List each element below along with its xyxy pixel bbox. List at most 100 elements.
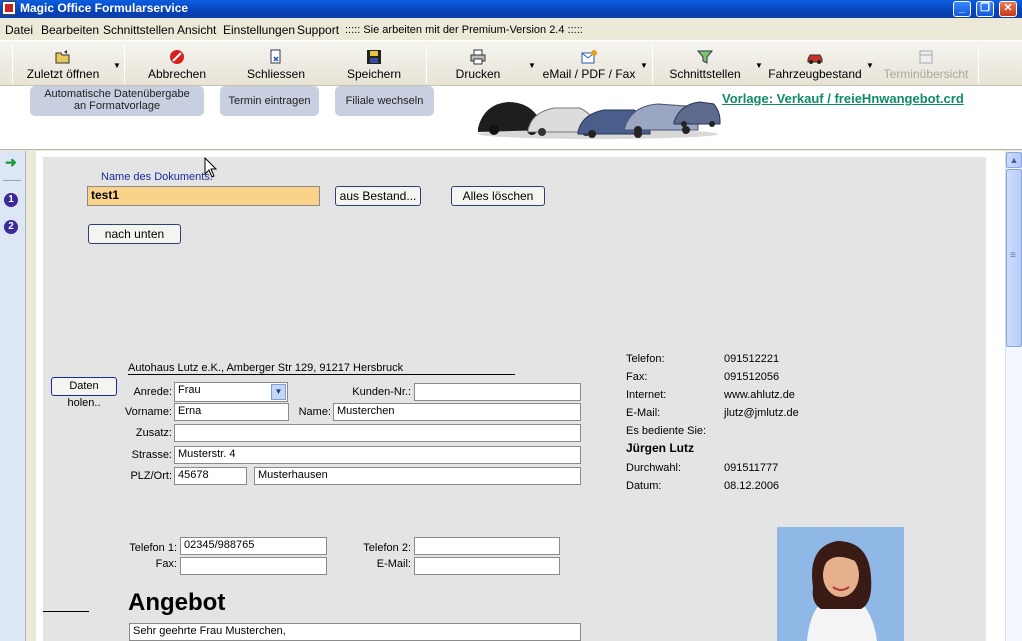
toolbar: Zuletzt öffnen ▼ Abbrechen Schliessen Sp… bbox=[0, 40, 1022, 86]
window-title: Magic Office Formularservice bbox=[20, 1, 189, 15]
zusatz-input[interactable] bbox=[174, 424, 581, 442]
calendar-icon bbox=[919, 50, 933, 64]
dealer-internet-value: www.ahlutz.de bbox=[724, 389, 795, 401]
toolbar-separator bbox=[12, 44, 13, 84]
mouse-cursor-icon bbox=[204, 157, 218, 178]
strasse-label: Strasse: bbox=[131, 449, 172, 461]
email-dropdown-arrow[interactable]: ▼ bbox=[640, 61, 648, 70]
folder-open-icon bbox=[55, 50, 70, 64]
scroll-grip-icon: ≡ bbox=[1010, 250, 1016, 261]
floppy-disk-icon bbox=[367, 50, 381, 64]
datum-value: 08.12.2006 bbox=[724, 480, 780, 492]
menu-ansicht[interactable]: Ansicht bbox=[177, 23, 216, 37]
fahrzeugbestand-dropdown-arrow[interactable]: ▼ bbox=[866, 61, 874, 70]
fax-label: Fax: bbox=[155, 558, 177, 570]
toolbar-speichern-button[interactable]: Speichern bbox=[333, 41, 415, 85]
maximize-button[interactable]: ❐ bbox=[976, 1, 994, 17]
zusatz-label: Zusatz: bbox=[135, 427, 172, 439]
title-bar[interactable]: Magic Office Formularservice _ ❐ ✕ bbox=[0, 0, 1022, 18]
name-input[interactable]: Musterchen bbox=[333, 403, 581, 421]
angebot-heading: Angebot bbox=[128, 589, 226, 616]
auto-datenuebergabe-button[interactable]: Automatische Datenübergabe an Formatvorl… bbox=[30, 86, 204, 116]
menu-schnittstellen[interactable]: Schnittstellen bbox=[103, 23, 174, 37]
anrede-selected-value: Frau bbox=[178, 384, 201, 396]
durchwahl-label: Durchwahl: bbox=[626, 462, 682, 474]
toolbar-zuletzt-oeffnen-button[interactable]: Zuletzt öffnen bbox=[22, 41, 104, 85]
chevron-down-icon[interactable]: ▼ bbox=[271, 384, 286, 400]
strasse-input[interactable]: Musterstr. 4 bbox=[174, 446, 581, 464]
page-2-badge[interactable]: 2 bbox=[4, 220, 18, 234]
filiale-wechseln-button[interactable]: Filiale wechseln bbox=[335, 86, 434, 116]
scroll-thumb[interactable]: ≡ bbox=[1006, 169, 1022, 347]
dealer-fax-value: 091512056 bbox=[724, 371, 780, 383]
termin-eintragen-button[interactable]: Termin eintragen bbox=[220, 86, 319, 116]
vertical-scrollbar[interactable]: ▲ ≡ bbox=[1005, 151, 1022, 641]
minimize-button[interactable]: _ bbox=[953, 1, 971, 17]
vorlage-link[interactable]: Vorlage: Verkauf / freieHnwangebot.crd bbox=[722, 91, 964, 106]
menu-bar: Datei Bearbeiten Schnittstellen Ansicht … bbox=[0, 21, 1022, 40]
toolbar-drucken-button[interactable]: Drucken bbox=[437, 41, 519, 85]
left-nav-strip: ➜ 1 2 bbox=[0, 151, 26, 641]
aus-bestand-button[interactable]: aus Bestand... bbox=[335, 186, 421, 206]
toolbar-abbrechen-button[interactable]: Abbrechen bbox=[135, 41, 219, 85]
sender-address-line: Autohaus Lutz e.K., Amberger Str 129, 91… bbox=[128, 362, 515, 375]
toolbar-separator bbox=[426, 44, 427, 84]
dealer-fax-label: Fax: bbox=[626, 371, 648, 383]
fold-mark-line bbox=[43, 611, 89, 612]
durchwahl-value: 091511777 bbox=[724, 462, 779, 474]
toolbar-fahrzeugbestand-button[interactable]: Fahrzeugbestand bbox=[767, 41, 863, 85]
form-sheet: Name des Dokuments: test1 aus Bestand...… bbox=[43, 157, 986, 641]
close-button[interactable]: ✕ bbox=[999, 1, 1017, 17]
cancel-icon bbox=[170, 50, 184, 64]
menu-bearbeiten[interactable]: Bearbeiten bbox=[41, 23, 99, 37]
scroll-up-button[interactable]: ▲ bbox=[1006, 152, 1022, 168]
schnittstellen-dropdown-arrow[interactable]: ▼ bbox=[755, 61, 763, 70]
dealer-telefon-value: 091512221 bbox=[724, 353, 780, 365]
funnel-icon bbox=[697, 50, 713, 64]
nach-unten-button[interactable]: nach unten bbox=[88, 224, 181, 244]
close-doc-icon bbox=[270, 49, 281, 64]
toolbar-schnittstellen-button[interactable]: Schnittstellen bbox=[663, 41, 747, 85]
salutation-input[interactable]: Sehr geehrte Frau Musterchen, bbox=[129, 623, 581, 641]
toolbar-terminuebersicht-button[interactable]: Terminübersicht bbox=[878, 41, 974, 85]
fax-input[interactable] bbox=[180, 557, 327, 575]
datum-label: Datum: bbox=[626, 480, 662, 492]
kunden-nr-label: Kunden-Nr.: bbox=[352, 386, 411, 398]
menu-einstellungen[interactable]: Einstellungen bbox=[223, 23, 295, 37]
plz-ort-label: PLZ/Ort: bbox=[130, 470, 172, 482]
dealer-internet-label: Internet: bbox=[626, 389, 667, 401]
alles-loeschen-button[interactable]: Alles löschen bbox=[451, 186, 545, 206]
toolbar-separator bbox=[124, 44, 125, 84]
toolbar-schliessen-button[interactable]: Schliessen bbox=[235, 41, 317, 85]
bedient-label: Es bediente Sie: bbox=[626, 425, 707, 437]
app-icon[interactable] bbox=[2, 1, 16, 15]
drucken-dropdown-arrow[interactable]: ▼ bbox=[528, 61, 536, 70]
salesperson-photo bbox=[777, 527, 904, 641]
zuletzt-oeffnen-dropdown-arrow[interactable]: ▼ bbox=[113, 61, 121, 70]
telefon1-input[interactable]: 02345/988765 bbox=[180, 537, 327, 555]
telefon1-label: Telefon 1: bbox=[129, 542, 177, 554]
vorname-label: Vorname: bbox=[124, 406, 172, 418]
kunden-nr-input[interactable] bbox=[414, 383, 581, 401]
doc-name-label: Name des Dokuments: bbox=[101, 171, 213, 183]
plz-input[interactable]: 45678 bbox=[174, 467, 247, 485]
printer-icon bbox=[470, 49, 486, 65]
name-label: Name: bbox=[298, 406, 331, 418]
page-1-badge[interactable]: 1 bbox=[4, 193, 18, 207]
arrow-right-icon[interactable]: ➜ bbox=[5, 154, 17, 171]
vorname-input[interactable]: Erna bbox=[174, 403, 289, 421]
menu-datei[interactable]: Datei bbox=[5, 23, 33, 37]
ort-input[interactable]: Musterhausen bbox=[254, 467, 581, 485]
doc-name-input[interactable]: test1 bbox=[87, 186, 320, 206]
toolbar-separator bbox=[978, 44, 979, 84]
telefon2-label: Telefon 2: bbox=[363, 542, 411, 554]
toolbar-email-pdf-fax-button[interactable]: eMail / PDF / Fax bbox=[540, 41, 638, 85]
bedient-name: Jürgen Lutz bbox=[626, 441, 694, 455]
email-input[interactable] bbox=[414, 557, 560, 575]
menu-support[interactable]: Support bbox=[297, 23, 339, 37]
anrede-label: Anrede: bbox=[133, 386, 172, 398]
telefon2-input[interactable] bbox=[414, 537, 560, 555]
email-label: E-Mail: bbox=[376, 558, 411, 570]
anrede-select[interactable]: Frau ▼ bbox=[174, 382, 288, 402]
toolbar-separator bbox=[652, 44, 653, 84]
